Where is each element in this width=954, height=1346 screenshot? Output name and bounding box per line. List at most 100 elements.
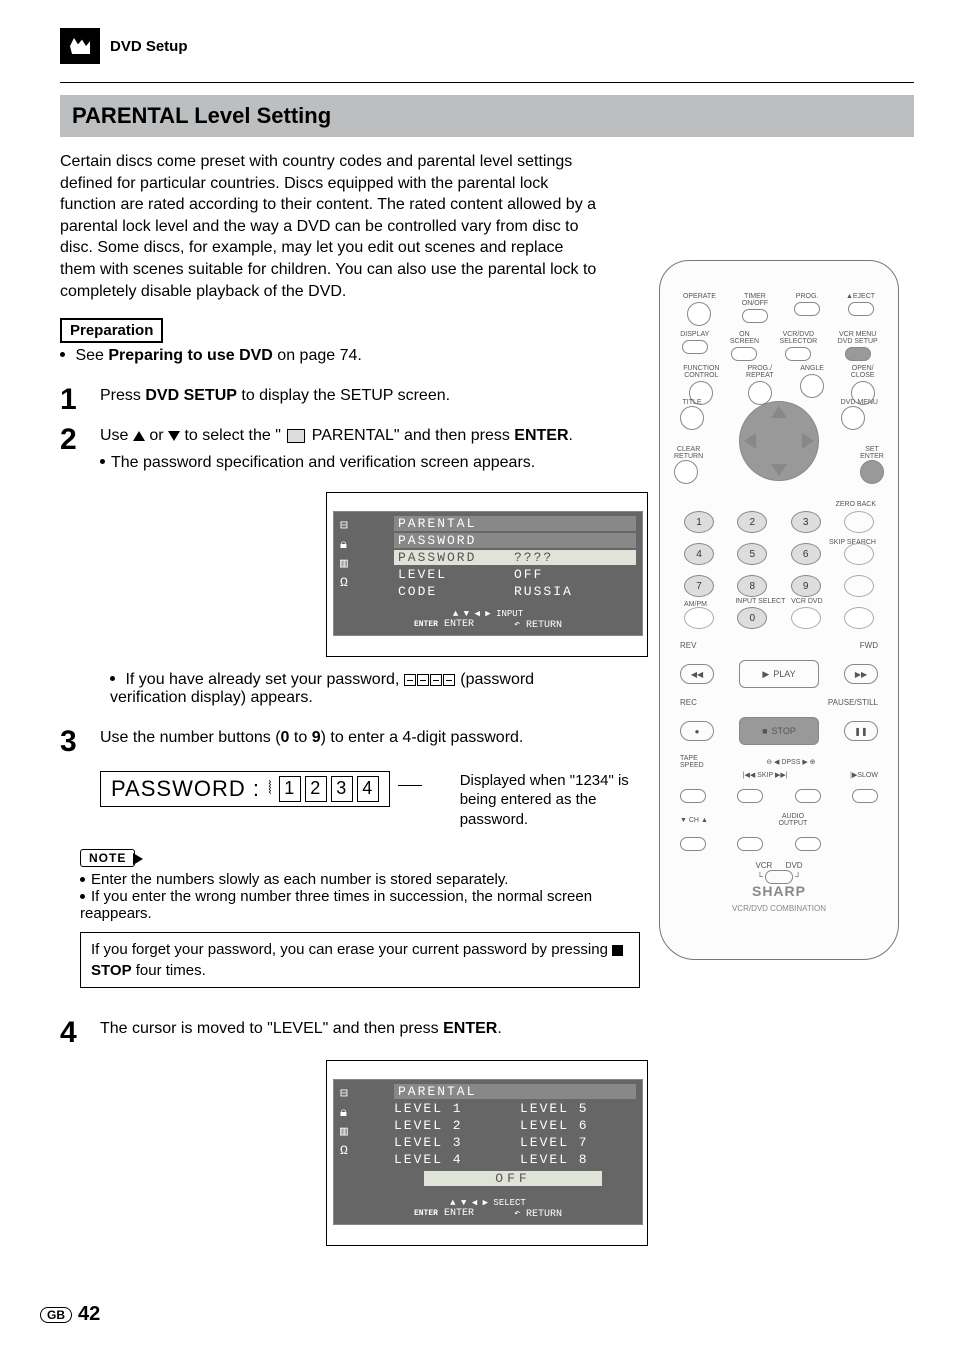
zeroback-button[interactable] [844,511,874,533]
page-footer: GB 42 [40,1303,100,1326]
dpad-left-icon[interactable] [744,433,756,449]
ch-up-button[interactable] [737,837,763,851]
dpad-ring[interactable] [739,401,819,481]
osd-footer: ▲ ▼ ◀ ▶ INPUT ENTER ENTER ↶ RETURN [334,609,642,631]
timer-button[interactable] [742,309,768,323]
remote-row-1: OPERATE TIMER ON/OFF PROG. ▲EJECT [660,293,898,326]
bullet-icon [60,352,65,357]
note-body: Enter the numbers slowly as each number … [80,871,640,922]
osd-foot-input: INPUT [496,609,523,619]
clear-button[interactable] [674,460,698,484]
s4-bold: ENTER [443,1020,497,1037]
step-number: 1 [60,385,100,415]
selector-label: VCR/DVD SELECTOR [780,331,818,345]
osd-content: PARENTAL LEVEL 1 LEVEL 5 LEVEL 2 LEVEL 6… [364,1084,642,1190]
rec-button[interactable]: ● [680,721,714,741]
num-1-button[interactable]: 1 [684,511,714,533]
step-3: 3 Use the number buttons (0 to 9) to ent… [60,727,620,757]
skipsearch-button[interactable] [844,543,874,565]
dpad-down-icon[interactable] [771,464,787,476]
level-item: LEVEL 3 [394,1135,510,1150]
num-3-button[interactable]: 3 [791,511,821,533]
set-enter-button[interactable] [860,460,884,484]
dvdmenu-button[interactable] [841,406,865,430]
osd-key: CODE [394,584,514,599]
eject-button[interactable] [848,302,874,316]
dpss-plus-button[interactable] [795,789,821,803]
osd-footer: ▲ ▼ ◀ ▶ SELECT ENTER ENTER ↶ RETURN [334,1198,642,1220]
side-button[interactable] [844,575,874,597]
operate-button[interactable] [687,302,711,326]
num-8-button[interactable]: 8 [737,575,767,597]
forget-bold: STOP [91,962,132,979]
s2-post: . [569,427,573,444]
timer-label: TIMER ON/OFF [742,293,768,307]
dpss-label: DPSS [781,759,800,766]
s1-pre: Press [100,387,145,404]
audio-output-button[interactable] [795,837,821,851]
play-button[interactable]: ▶ PLAY [739,660,819,688]
num-5-button[interactable]: 5 [737,543,767,565]
selector-button[interactable] [785,347,811,361]
brand-sublabel: VCR/DVD COMBINATION [660,904,898,913]
mode-slider[interactable] [765,870,793,884]
prog-label: PROG. [796,293,819,300]
num-6-button[interactable]: 6 [791,543,821,565]
slow-button[interactable] [852,789,878,803]
step-4: 4 The cursor is moved to "LEVEL" and the… [60,1018,620,1048]
inputselect-button[interactable] [791,607,821,629]
slow-label: SLOW [857,772,878,779]
s4-pre: The cursor is moved to "LEVEL" and then … [100,1020,443,1037]
bullet-icon [100,459,105,464]
note-label: NOTE [80,849,135,867]
prog-button[interactable] [794,302,820,316]
title-button[interactable] [680,406,704,430]
prep-post: on page 74. [273,347,362,364]
pause-button[interactable]: ❚❚ [844,721,878,741]
vcrdvd-button[interactable] [844,607,874,629]
osd-enter-lbl: ENTER [444,1208,474,1219]
brand-label: SHARP [660,883,898,899]
s3-pre: Use the number buttons ( [100,729,281,746]
osd-title: PARENTAL [394,516,636,531]
mode-dvd-label: DVD [786,861,803,870]
dpad-up-icon[interactable] [771,406,787,418]
num-2-button[interactable]: 2 [737,511,767,533]
onscreen-button[interactable] [731,347,757,361]
osd-foot-select: SELECT [493,1198,525,1208]
disc-icon: ⊟ [340,518,364,533]
step-body: The cursor is moved to "LEVEL" and then … [100,1018,620,1048]
stop-button[interactable]: ■ STOP [739,717,819,745]
num-9-button[interactable]: 9 [791,575,821,597]
dpss-minus-button[interactable] [737,789,763,803]
osd-val: ???? [514,550,553,565]
display-button[interactable] [682,340,708,354]
num-0-button[interactable]: 0 [737,607,767,629]
ampm-button[interactable] [684,607,714,629]
tape-label: TAPE SPEED [680,755,704,769]
osd-row-code: CODERUSSIA [394,584,636,599]
s1-post: to display the SETUP screen. [237,387,450,404]
dash-box-icon [404,674,416,686]
osd-password-screen: ⊟ 🔒︎ ▥ Ω PARENTAL PASSWORD PASSWORD???? … [326,492,648,657]
dvdsetup-button[interactable] [845,347,871,361]
clear-label: CLEAR RETURN [674,446,703,460]
rev-button[interactable]: ◀◀ [680,664,714,684]
password-digit: 2 [305,776,327,802]
fwd-button[interactable]: ▶▶ [844,664,878,684]
s2-bullet: The password specification and verificat… [100,452,620,474]
ch-down-button[interactable] [680,837,706,851]
tapespeed-button[interactable] [680,789,706,803]
angle-button[interactable] [800,374,824,398]
dpad [719,401,839,481]
bullet-icon [80,894,85,899]
osd-select-hint: ▲ ▼ ◀ ▶ SELECT [334,1198,642,1208]
remote-illustration: OPERATE TIMER ON/OFF PROG. ▲EJECT DISPLA… [659,260,899,960]
step-number: 2 [60,425,100,480]
num-4-button[interactable]: 4 [684,543,714,565]
prep-bold: Preparing to use DVD [108,347,272,364]
num-7-button[interactable]: 7 [684,575,714,597]
osd-enter-tag: ENTER [414,620,438,629]
osd-return-lbl: RETURN [526,620,562,631]
dpad-right-icon[interactable] [802,433,814,449]
